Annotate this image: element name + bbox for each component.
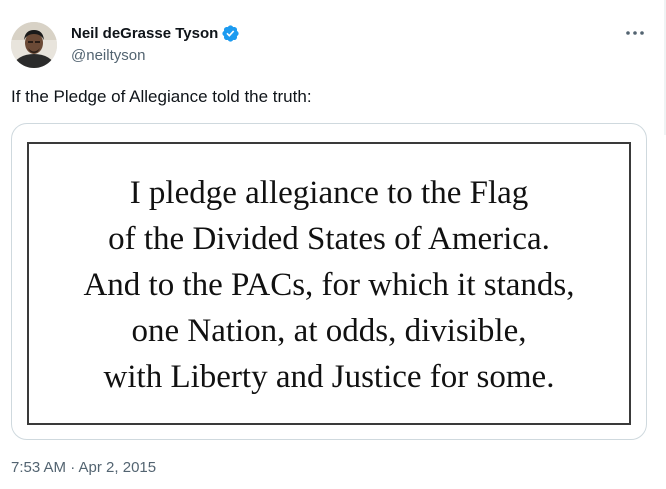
pledge-line-1: I pledge allegiance to the Flag (129, 175, 529, 211)
pledge-line-4: one Nation, at odds, divisible, (131, 313, 527, 349)
pledge-line-5: with Liberty and Justice for some. (103, 359, 555, 395)
verified-badge-icon[interactable] (221, 24, 240, 43)
pledge-line-2: of the Divided States of America. (108, 221, 550, 257)
pledge-image-frame: I pledge allegiance to the Flag of the D… (27, 142, 631, 425)
more-options-icon[interactable] (622, 20, 648, 46)
tweet: Neil deGrasse Tyson @neiltyson If the Pl… (0, 0, 666, 489)
profile-photo (11, 22, 57, 68)
tweet-timestamp[interactable]: 7:53 AM · Apr 2, 2015 (11, 459, 156, 476)
tweet-media[interactable]: I pledge allegiance to the Flag of the D… (11, 123, 647, 440)
author-handle[interactable]: @neiltyson (71, 47, 145, 64)
tweet-text: If the Pledge of Allegiance told the tru… (11, 87, 312, 106)
author-name-row[interactable]: Neil deGrasse Tyson (71, 22, 240, 44)
pledge-text: I pledge allegiance to the Flag of the D… (29, 170, 629, 400)
display-name[interactable]: Neil deGrasse Tyson (71, 25, 218, 42)
avatar[interactable] (11, 22, 57, 68)
pledge-line-3: And to the PACs, for which it stands, (83, 267, 575, 303)
